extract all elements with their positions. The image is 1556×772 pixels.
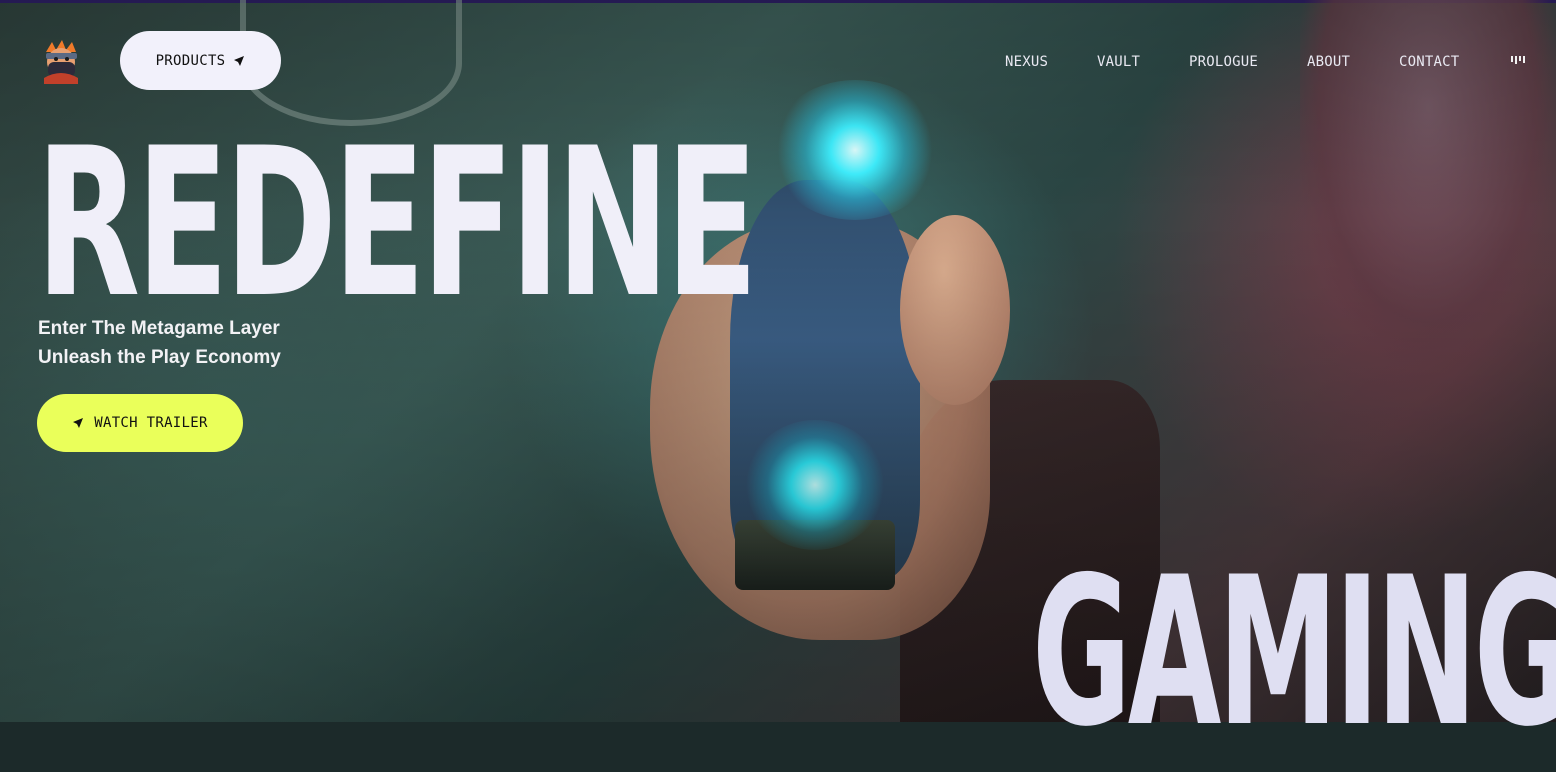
nav-link-nexus[interactable]: NEXUS xyxy=(1005,54,1048,70)
nav-link-prologue[interactable]: PROLOGUE xyxy=(1189,54,1258,70)
nav-link-about[interactable]: ABOUT xyxy=(1307,54,1350,70)
tagline-line-1: Enter The Metagame Layer xyxy=(38,318,280,339)
audio-toggle-icon[interactable] xyxy=(1511,56,1525,66)
nav-link-vault[interactable]: VAULT xyxy=(1097,54,1140,70)
watch-trailer-button[interactable]: WATCH TRAILER xyxy=(37,394,243,452)
watch-trailer-label: WATCH TRAILER xyxy=(94,415,208,431)
nav-link-contact[interactable]: CONTACT xyxy=(1399,54,1459,70)
hero-headline-top: REDEFINE xyxy=(36,105,758,343)
tagline-line-2: Unleash the Play Economy xyxy=(38,347,281,368)
main-nav: NEXUS VAULT PROLOGUE ABOUT CONTACT xyxy=(0,54,1556,74)
send-arrow-icon xyxy=(73,418,84,428)
hero-headline-bottom: GAMING xyxy=(1032,534,1556,772)
hero-tagline: Enter The Metagame Layer Unleash the Pla… xyxy=(38,314,281,372)
